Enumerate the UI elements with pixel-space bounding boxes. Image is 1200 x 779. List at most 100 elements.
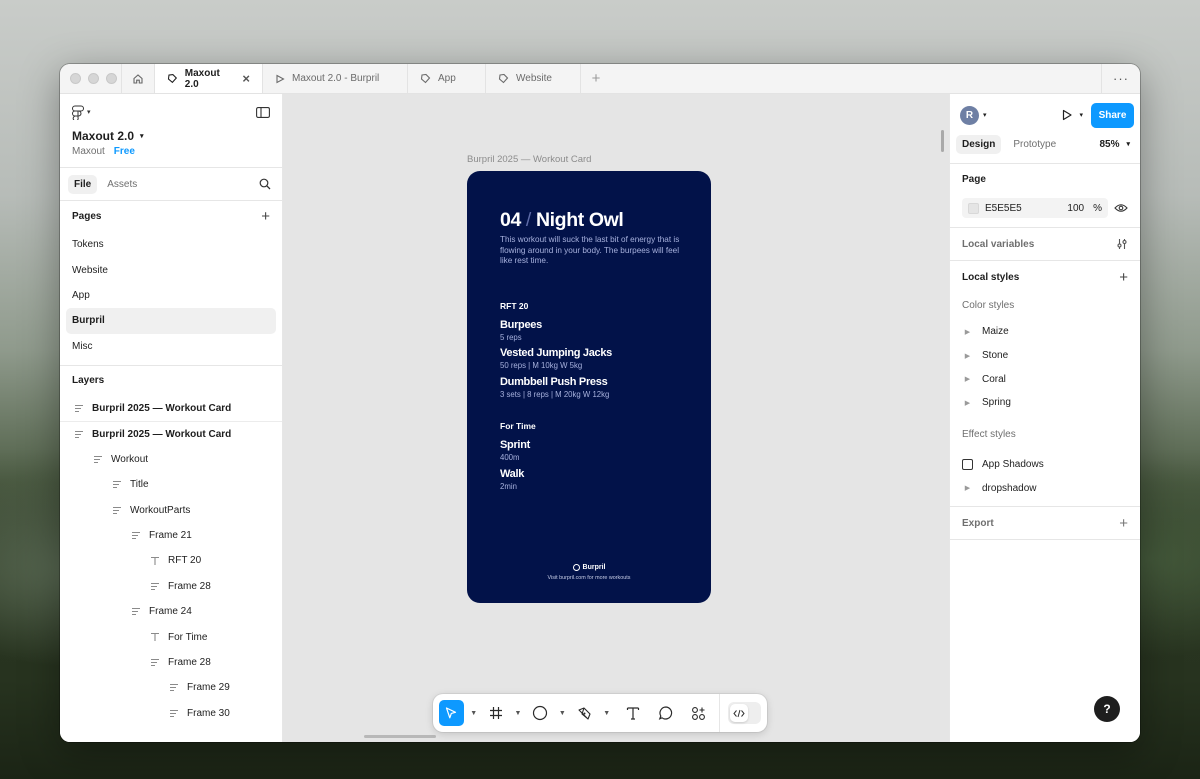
chevron-down-icon[interactable]: ▼ xyxy=(466,700,481,726)
horizontal-scrollbar[interactable] xyxy=(364,735,436,738)
file-name-button[interactable]: Maxout 2.0 ▾ xyxy=(60,129,282,143)
present-button[interactable]: ▾ xyxy=(1061,109,1083,121)
workout-card-frame[interactable]: 04 / Night Owl This workout will suck th… xyxy=(467,171,711,603)
color-swatch[interactable] xyxy=(968,202,979,214)
zoom-dropdown[interactable]: 85% ▾ xyxy=(1099,139,1134,150)
chevron-right-icon[interactable]: ▶ xyxy=(962,484,973,492)
page-item[interactable]: Website xyxy=(66,257,276,282)
tab-assets[interactable]: Assets xyxy=(101,175,143,194)
toggle-sidebar-icon[interactable] xyxy=(256,106,270,118)
text-icon xyxy=(626,707,639,720)
color-style-item[interactable]: ▶ Stone xyxy=(950,344,1140,368)
layer-row[interactable]: Frame 28 xyxy=(60,574,282,599)
user-menu[interactable]: R ▾ xyxy=(960,105,987,125)
eye-icon[interactable] xyxy=(1114,203,1128,213)
autolayout-frame-icon xyxy=(169,709,179,718)
page-item[interactable]: Misc xyxy=(66,334,276,359)
play-icon xyxy=(1063,109,1073,121)
layer-row[interactable]: Frame 21 xyxy=(60,523,282,548)
style-label: dropshadow xyxy=(982,482,1037,494)
chevron-right-icon[interactable]: ▶ xyxy=(962,352,973,360)
export-row: Export + xyxy=(950,507,1140,539)
effect-style-item[interactable]: ▶ dropshadow xyxy=(950,476,1140,500)
autolayout-frame-icon xyxy=(169,683,179,692)
shape-tool[interactable] xyxy=(528,700,553,726)
pages-header: Pages + xyxy=(60,201,282,232)
style-label: Coral xyxy=(982,373,1006,385)
main-menu-button[interactable]: ▾ xyxy=(72,105,91,120)
add-style-icon[interactable]: + xyxy=(1119,269,1128,286)
percent-sign: % xyxy=(1093,202,1102,214)
home-tab[interactable] xyxy=(122,64,155,93)
canvas[interactable]: Burpril 2025 — Workout Card 04 / Night O… xyxy=(283,94,949,742)
tab-maxout-burpril[interactable]: Maxout 2.0 - Burpril xyxy=(263,64,408,93)
layer-row[interactable]: Frame 24 xyxy=(60,599,282,624)
page-item[interactable]: App xyxy=(66,283,276,308)
share-button[interactable]: Share xyxy=(1091,102,1134,128)
close-tab-icon[interactable]: × xyxy=(242,72,250,85)
toolbar-divider xyxy=(719,694,721,732)
minimize-window-button[interactable] xyxy=(88,73,99,84)
right-panel: R ▾ ▾ Share Design Prototype 85% ▾ Page … xyxy=(949,94,1140,742)
add-export-icon[interactable]: + xyxy=(1119,515,1128,532)
help-button[interactable]: ? xyxy=(1094,696,1120,722)
right-panel-header: R ▾ ▾ Share xyxy=(950,97,1140,133)
tab-maxout[interactable]: Maxout 2.0 × xyxy=(155,64,263,93)
layer-label: Frame 28 xyxy=(168,580,211,592)
layer-row[interactable]: For Time xyxy=(60,624,282,649)
move-tool[interactable] xyxy=(439,700,464,726)
tab-website[interactable]: Website xyxy=(486,64,581,93)
exercise-name: Vested Jumping Jacks xyxy=(500,347,612,359)
close-window-button[interactable] xyxy=(70,73,81,84)
add-page-icon[interactable]: + xyxy=(261,208,270,225)
layer-row[interactable]: Title xyxy=(60,472,282,497)
page-item[interactable]: Burpril xyxy=(66,308,276,334)
more-options-icon[interactable]: ··· xyxy=(1101,64,1140,93)
layer-row[interactable]: Frame 30 xyxy=(60,701,282,726)
local-styles-heading: Local styles xyxy=(962,271,1020,283)
color-style-item[interactable]: ▶ Maize xyxy=(950,320,1140,344)
frame-label[interactable]: Burpril 2025 — Workout Card xyxy=(467,154,591,165)
color-style-item[interactable]: ▶ Coral xyxy=(950,367,1140,391)
actions-tool[interactable] xyxy=(686,700,711,726)
maximize-window-button[interactable] xyxy=(106,73,117,84)
chevron-down-icon[interactable]: ▼ xyxy=(510,700,525,726)
layer-row[interactable]: Frame 29 xyxy=(60,675,282,700)
autolayout-frame-icon xyxy=(74,404,84,413)
frame-tool[interactable] xyxy=(483,700,508,726)
text-tool[interactable] xyxy=(620,700,645,726)
variables-adjust-icon[interactable] xyxy=(1116,238,1128,250)
chevron-down-icon[interactable]: ▼ xyxy=(555,700,570,726)
page-item[interactable]: Tokens xyxy=(66,232,276,257)
effect-style-item[interactable]: App Shadows xyxy=(950,453,1140,477)
comment-tool[interactable] xyxy=(653,700,678,726)
chevron-down-icon: ▾ xyxy=(983,112,987,119)
chevron-right-icon[interactable]: ▶ xyxy=(962,375,973,383)
page-color-field[interactable]: E5E5E5 100 % xyxy=(962,198,1108,218)
layer-row[interactable]: Workout xyxy=(60,447,282,472)
tab-prototype[interactable]: Prototype xyxy=(1007,135,1062,154)
chevron-right-icon[interactable]: ▶ xyxy=(962,399,973,407)
tab-design[interactable]: Design xyxy=(956,134,1002,154)
layer-row[interactable]: RFT 20 xyxy=(60,548,282,573)
layer-label: WorkoutParts xyxy=(130,504,191,516)
chevron-down-icon[interactable]: ▼ xyxy=(599,700,614,726)
layer-row[interactable]: Burpril 2025 — Workout Card xyxy=(60,396,282,421)
search-icon[interactable] xyxy=(259,178,271,190)
layer-row[interactable]: WorkoutParts xyxy=(60,498,282,523)
layer-row[interactable]: Frame 28 xyxy=(60,650,282,675)
tab-app[interactable]: App xyxy=(408,64,486,93)
exercise-detail: 400m xyxy=(500,453,520,462)
vertical-scrollbar[interactable] xyxy=(941,130,944,152)
layer-row[interactable]: Burpril 2025 — Workout Card xyxy=(60,421,282,446)
plan-badge[interactable]: Free xyxy=(114,146,135,157)
chevron-right-icon[interactable]: ▶ xyxy=(962,328,973,336)
page-opacity[interactable]: 100 xyxy=(1067,203,1084,214)
tab-file[interactable]: File xyxy=(68,174,98,194)
new-tab-button[interactable]: + xyxy=(581,64,611,93)
pen-tool[interactable] xyxy=(572,700,597,726)
local-variables-row[interactable]: Local variables xyxy=(950,228,1140,260)
comment-icon xyxy=(658,706,672,720)
color-style-item[interactable]: ▶ Spring xyxy=(950,391,1140,415)
dev-mode-toggle[interactable] xyxy=(728,702,761,724)
